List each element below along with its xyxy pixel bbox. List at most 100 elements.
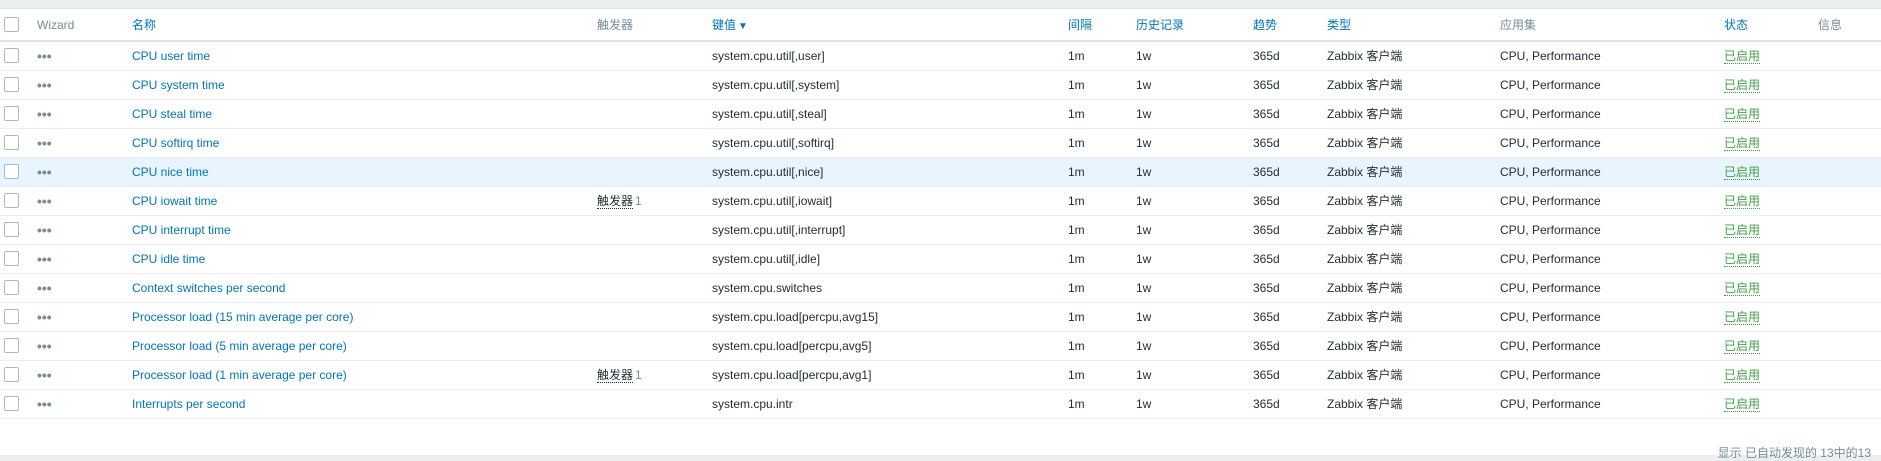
triggers-cell [593,273,708,302]
row-select-cell [0,331,33,360]
item-name-link[interactable]: Processor load (5 min average per core) [132,339,347,353]
status-toggle[interactable]: 已启用 [1724,397,1761,412]
row-checkbox[interactable] [4,48,19,64]
info-cell [1814,128,1881,157]
triggers-link[interactable]: 触发器 [597,194,634,209]
wizard-cell: ••• [33,41,128,70]
header-interval[interactable]: 间隔 [1064,9,1132,42]
item-name-link[interactable]: Interrupts per second [132,397,245,411]
name-cell: CPU softirq time [128,128,593,157]
interval-cell: 1m [1068,367,1085,382]
item-name-link[interactable]: CPU interrupt time [132,223,231,237]
status-toggle[interactable]: 已启用 [1724,78,1761,93]
item-name-link[interactable]: CPU user time [132,49,210,63]
status-toggle[interactable]: 已启用 [1724,281,1761,296]
row-checkbox[interactable] [4,193,19,209]
select-all-checkbox[interactable] [4,17,19,33]
more-actions-icon[interactable]: ••• [37,135,52,151]
row-checkbox[interactable] [4,396,19,412]
status-toggle[interactable]: 已启用 [1724,107,1761,122]
status-toggle[interactable]: 已启用 [1724,368,1761,383]
header-type[interactable]: 类型 [1323,9,1496,42]
more-actions-icon[interactable]: ••• [37,280,52,296]
more-actions-icon[interactable]: ••• [37,106,52,122]
key-cell: system.cpu.util[,system] [712,77,840,92]
status-toggle[interactable]: 已启用 [1724,49,1761,65]
more-actions-icon[interactable]: ••• [37,193,52,209]
row-checkbox[interactable] [4,135,19,151]
wizard-cell: ••• [33,273,128,302]
row-checkbox[interactable] [4,309,19,325]
more-actions-icon[interactable]: ••• [37,77,52,93]
key-cell: system.cpu.switches [712,280,823,295]
item-name-link[interactable]: Context switches per second [132,281,285,295]
item-name-link[interactable]: CPU softirq time [132,136,219,150]
interval-cell: 1m [1068,48,1085,63]
trends-cell: 365d [1253,222,1280,237]
history-cell: 1w [1136,48,1152,63]
more-actions-icon[interactable]: ••• [37,251,52,267]
status-toggle[interactable]: 已启用 [1724,136,1761,151]
status-toggle[interactable]: 已启用 [1724,310,1761,325]
header-history[interactable]: 历史记录 [1132,9,1249,42]
wizard-cell: ••• [33,302,128,331]
header-status[interactable]: 状态 [1720,9,1814,42]
history-cell: 1w [1136,396,1152,411]
item-name-link[interactable]: CPU nice time [132,165,209,179]
info-cell [1814,215,1881,244]
status-toggle[interactable]: 已启用 [1724,194,1761,209]
more-actions-icon[interactable]: ••• [37,396,52,412]
interval-cell: 1m [1068,77,1085,92]
more-actions-icon[interactable]: ••• [37,338,52,354]
table-row: ••• CPU iowait time 触发器 1 system.cpu.util… [0,186,1881,215]
table-footer-summary: 显示 已自动发现的 13中的13 [1717,446,1871,460]
more-actions-icon[interactable]: ••• [37,222,52,238]
triggers-cell [593,389,708,418]
triggers-count: 1 [635,368,642,382]
triggers-link[interactable]: 触发器 [597,368,634,383]
wizard-cell: ••• [33,70,128,99]
more-actions-icon[interactable]: ••• [37,309,52,325]
header-name[interactable]: 名称 [128,9,593,42]
header-key[interactable]: 键值 ▼ [708,9,1064,42]
wizard-cell: ••• [33,244,128,273]
top-strip [0,0,1881,8]
item-name-link[interactable]: Processor load (15 min average per core) [132,310,353,324]
history-cell: 1w [1136,135,1152,150]
row-checkbox[interactable] [4,77,19,93]
type-cell: Zabbix 客户端 [1327,281,1403,295]
status-toggle[interactable]: 已启用 [1724,223,1761,238]
status-toggle[interactable]: 已启用 [1724,252,1761,267]
more-actions-icon[interactable]: ••• [37,48,52,64]
row-checkbox[interactable] [4,251,19,267]
item-name-link[interactable]: CPU system time [132,78,225,92]
name-cell: CPU user time [128,41,593,70]
key-cell: system.cpu.util[,nice] [712,164,824,179]
item-name-link[interactable]: Processor load (1 min average per core) [132,368,347,382]
triggers-cell [593,41,708,70]
status-cell: 已启用 [1720,215,1814,244]
triggers-cell [593,331,708,360]
table-row: ••• CPU system time system.cpu.util[,sys… [0,70,1881,99]
row-checkbox[interactable] [4,367,19,383]
history-cell: 1w [1136,77,1152,92]
header-trends[interactable]: 趋势 [1249,9,1323,42]
trends-cell: 365d [1253,106,1280,121]
item-name-link[interactable]: CPU idle time [132,252,205,266]
more-actions-icon[interactable]: ••• [37,367,52,383]
triggers-cell: 触发器 1 [593,360,708,389]
trends-cell: 365d [1253,135,1280,150]
row-checkbox[interactable] [4,164,19,180]
row-checkbox[interactable] [4,106,19,122]
name-cell: Processor load (1 min average per core) [128,360,593,389]
row-checkbox[interactable] [4,338,19,354]
key-cell: system.cpu.load[percpu,avg1] [712,367,872,382]
row-checkbox[interactable] [4,222,19,238]
item-name-link[interactable]: CPU steal time [132,107,212,121]
status-toggle[interactable]: 已启用 [1724,339,1761,354]
more-actions-icon[interactable]: ••• [37,164,52,180]
item-name-link[interactable]: CPU iowait time [132,194,217,208]
row-checkbox[interactable] [4,280,19,296]
type-cell: Zabbix 客户端 [1327,252,1403,266]
status-toggle[interactable]: 已启用 [1724,165,1761,180]
